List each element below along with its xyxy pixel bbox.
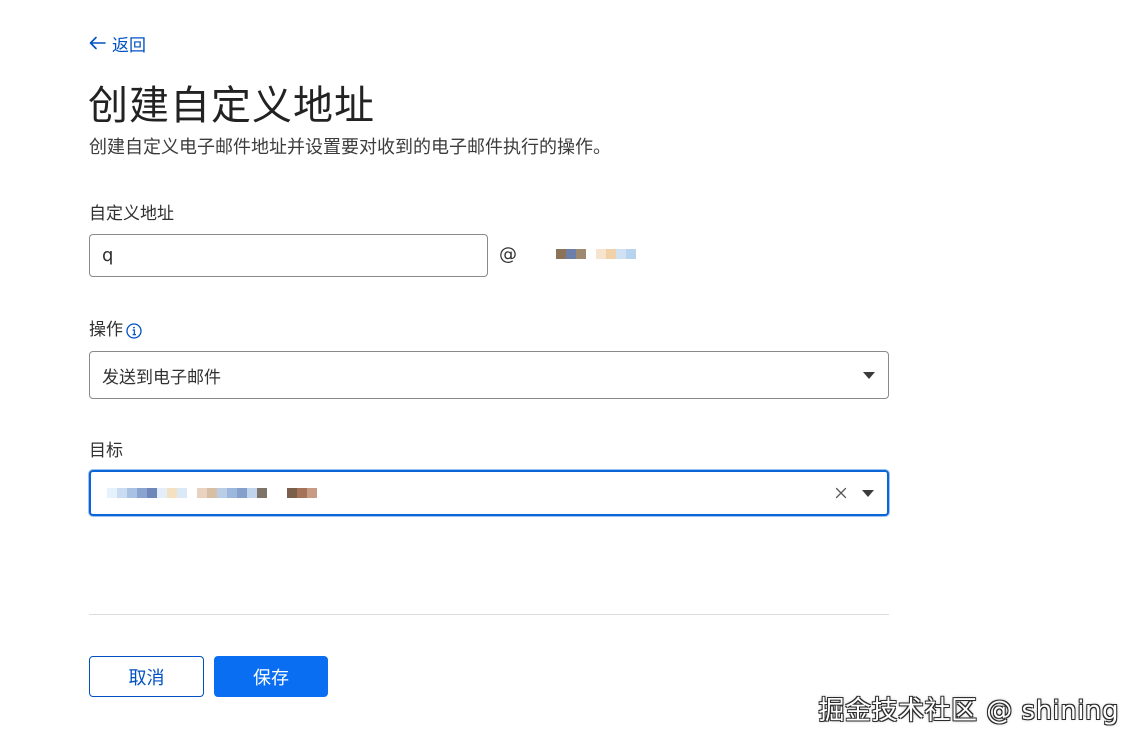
redaction-pixel xyxy=(576,249,586,259)
redaction-pixel xyxy=(596,249,606,259)
redaction-pixel xyxy=(137,488,147,498)
redaction-pixel xyxy=(127,488,137,498)
custom-address-label-text: 自定义地址 xyxy=(89,204,174,224)
redaction-pixel xyxy=(157,488,167,498)
arrow-left-icon xyxy=(89,36,106,50)
page-title: 创建自定义地址 xyxy=(88,83,375,129)
page-subtitle: 创建自定义电子邮件地址并设置要对收到的电子邮件执行的操作。 xyxy=(89,137,611,158)
redaction-pixel xyxy=(117,488,127,498)
target-label-text: 目标 xyxy=(89,441,123,461)
save-button[interactable]: 保存 xyxy=(214,656,328,697)
redaction-pixel xyxy=(207,488,217,498)
divider xyxy=(89,614,889,615)
redacted-domain xyxy=(556,249,636,259)
cancel-button[interactable]: 取消 xyxy=(89,656,204,697)
redaction-pixel xyxy=(167,488,177,498)
redaction-pixel xyxy=(287,488,297,498)
action-select[interactable]: 发送到电子邮件 xyxy=(89,351,889,399)
target-label: 目标 xyxy=(89,439,123,463)
redaction-pixel xyxy=(566,249,576,259)
redaction-pixel xyxy=(606,249,616,259)
chevron-down-icon[interactable] xyxy=(863,371,875,379)
redaction-pixel xyxy=(247,488,257,498)
redaction-pixel xyxy=(197,488,207,498)
redaction-pixel xyxy=(307,488,317,498)
redaction-pixel xyxy=(257,488,267,498)
redaction-pixel xyxy=(217,488,227,498)
redaction-pixel xyxy=(267,488,277,498)
chevron-down-icon[interactable] xyxy=(862,489,874,497)
action-label: 操作 xyxy=(89,318,142,342)
info-circle-icon[interactable] xyxy=(126,322,142,339)
back-label: 返回 xyxy=(112,35,146,56)
custom-address-label: 自定义地址 xyxy=(89,202,174,226)
redaction-pixel xyxy=(187,488,197,498)
redaction-pixel xyxy=(626,249,636,259)
redaction-pixel xyxy=(556,249,566,259)
close-icon[interactable] xyxy=(834,486,848,500)
redacted-target-email xyxy=(105,488,834,498)
redaction-pixel xyxy=(237,488,247,498)
redaction-pixel xyxy=(227,488,237,498)
redaction-pixel xyxy=(147,488,157,498)
redaction-pixel xyxy=(616,249,626,259)
target-select[interactable] xyxy=(89,470,889,516)
redaction-pixel xyxy=(177,488,187,498)
action-label-text: 操作 xyxy=(89,320,123,340)
custom-address-input[interactable] xyxy=(89,234,488,277)
redaction-pixel xyxy=(297,488,307,498)
action-select-value: 发送到电子邮件 xyxy=(102,367,221,388)
redaction-pixel xyxy=(277,488,287,498)
at-symbol: @ xyxy=(499,244,517,265)
back-link[interactable]: 返回 xyxy=(89,31,146,56)
redaction-pixel xyxy=(586,249,596,259)
redaction-pixel xyxy=(107,488,117,498)
watermark: 掘金技术社区 @ shining xyxy=(818,696,1119,726)
